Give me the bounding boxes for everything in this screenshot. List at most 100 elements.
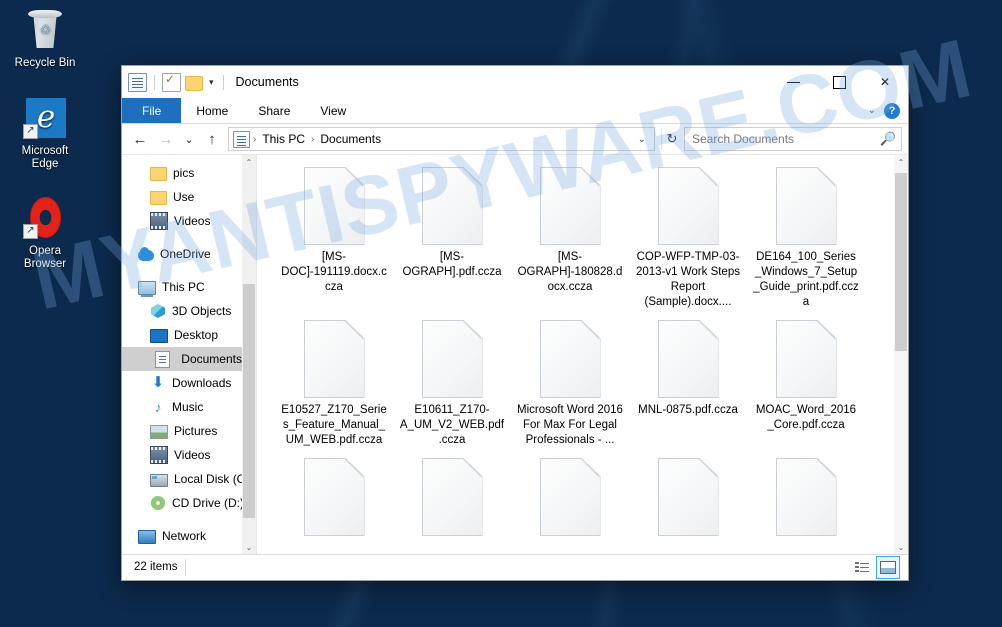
search-input[interactable] — [690, 131, 880, 147]
sidebar-item-desktop[interactable]: Desktop — [122, 323, 242, 347]
scroll-up-arrow-icon[interactable]: ⌃ — [242, 155, 256, 169]
desktop-icon-microsoft-edge[interactable]: e ↗ Microsoft Edge — [0, 96, 90, 171]
sidebar-item-cd-drive-d-cc[interactable]: CD Drive (D:) CC — [122, 491, 256, 515]
breadcrumb-item-this-pc[interactable]: This PC — [259, 132, 308, 146]
refresh-button[interactable]: ↻ — [661, 128, 682, 150]
customize-qat-chevron-icon[interactable]: ▾ — [207, 77, 216, 88]
desktop-icon-opera-browser[interactable]: ↗ Opera Browser — [0, 196, 90, 271]
breadcrumb-separator: › — [311, 133, 315, 145]
recent-locations-button[interactable]: ⌄ — [180, 127, 198, 151]
scrollbar-thumb[interactable] — [243, 284, 255, 518]
file-item[interactable]: [MS-DOC]-191119.docx.ccza — [275, 165, 393, 310]
encrypted-file-icon — [657, 458, 719, 536]
recycle-bin-icon: ♲ — [22, 8, 68, 54]
sidebar-item-label: This PC — [162, 280, 205, 294]
file-item[interactable]: MNL-0875.pdf.ccza — [629, 318, 747, 448]
scroll-down-arrow-icon[interactable]: ⌄ — [242, 540, 256, 554]
file-item[interactable]: MOAC_Word_2016_Core.pdf.ccza — [747, 318, 865, 448]
sidebar-item-label: Use — [173, 190, 195, 204]
close-button[interactable]: ✕ — [862, 66, 908, 98]
file-grid: [MS-DOC]-191119.docx.ccza [MS-OGRAPH].pdf… — [257, 155, 894, 554]
file-item[interactable]: DE164_100_Series_Windows_7_Setup_Guide_p… — [747, 165, 865, 310]
expand-ribbon-chevron-icon[interactable]: ⌄ — [868, 105, 876, 116]
sidebar-item-downloads[interactable]: ⬇ Downloads — [122, 371, 242, 395]
details-view-button[interactable] — [851, 557, 873, 578]
breadcrumb[interactable]: › This PC › Documents ⌄ — [228, 127, 655, 151]
network-icon — [138, 530, 156, 544]
page-fold-corner — [462, 321, 482, 340]
sidebar-item-use[interactable]: Use — [122, 185, 242, 209]
desktop-icon-recycle-bin[interactable]: ♲ Recycle Bin — [0, 8, 90, 70]
navigation-pane-scrollbar[interactable]: ⌃ ⌄ — [242, 155, 256, 554]
ribbon-tab-bar: File Home Share View ⌄ ? — [122, 98, 908, 124]
file-item[interactable] — [275, 456, 393, 541]
scroll-up-arrow-icon[interactable]: ⌃ — [894, 155, 908, 169]
page-fold-corner — [344, 459, 364, 478]
file-item[interactable] — [747, 456, 865, 541]
desktop-icon-label-line2: Edge — [31, 158, 59, 170]
desktop-icon-label-line1: Opera — [29, 245, 61, 257]
file-item[interactable]: E10527_Z170_Series_Feature_Manual_UM_WEB… — [275, 318, 393, 448]
desktop-icon-label-line1: Microsoft — [21, 145, 69, 157]
music-icon: ♪ — [154, 399, 162, 415]
sidebar-item-local-disk-c[interactable]: Local Disk (C:) — [122, 467, 253, 491]
file-item[interactable]: E10611_Z170-A_UM_V2_WEB.pdf.ccza — [393, 318, 511, 448]
sidebar-item-music[interactable]: ♪ Music — [122, 395, 242, 419]
file-item[interactable]: COP-WFP-TMP-03-2013-v1 Work Steps Report… — [629, 165, 747, 310]
scrollbar-thumb[interactable] — [895, 172, 907, 351]
sidebar-item-this-pc[interactable]: This PC — [122, 275, 242, 299]
help-icon[interactable]: ? — [884, 102, 900, 119]
page-fold-corner — [462, 168, 482, 187]
sidebar-item-pictures[interactable]: Pictures — [122, 419, 242, 443]
file-item[interactable] — [629, 456, 747, 541]
sidebar-item-3d-objects[interactable]: 3D Objects — [122, 299, 242, 323]
file-list-pane[interactable]: [MS-DOC]-191119.docx.ccza [MS-OGRAPH].pdf… — [256, 155, 908, 554]
sidebar-item-onedrive[interactable]: OneDrive — [122, 242, 242, 266]
nav-group-gap — [122, 266, 242, 275]
file-item[interactable]: Microsoft Word 2016 For Max For Legal Pr… — [511, 318, 629, 448]
minimize-button[interactable] — [770, 66, 816, 98]
tab-view[interactable]: View — [305, 98, 361, 123]
documents-icon — [155, 350, 171, 368]
properties-icon[interactable] — [162, 72, 181, 92]
file-item[interactable]: [MS-OGRAPH]-180828.docx.ccza — [511, 165, 629, 310]
sidebar-item-label: Downloads — [172, 376, 232, 390]
encrypted-file-icon — [303, 320, 365, 398]
onedrive-icon — [138, 247, 154, 261]
documents-properties-icon[interactable] — [128, 72, 147, 92]
breadcrumb-item-documents[interactable]: Documents — [317, 132, 384, 146]
large-icons-view-button[interactable] — [876, 556, 900, 579]
forward-button[interactable]: → — [154, 127, 178, 151]
encrypted-file-icon — [775, 320, 837, 398]
address-bar-row: ← → ⌄ ↑ › This PC › Documents ⌄ ↻ 🔍 — [122, 124, 908, 154]
file-item[interactable] — [511, 456, 629, 541]
sidebar-item-documents[interactable]: Documents — [122, 347, 242, 371]
file-list-scrollbar[interactable]: ⌃ ⌄ — [894, 155, 908, 554]
encrypted-file-icon — [775, 458, 837, 536]
tab-file[interactable]: File — [122, 98, 182, 123]
tab-share[interactable]: Share — [243, 98, 305, 123]
breadcrumb-dropdown-icon[interactable]: ⌄ — [634, 134, 650, 145]
page-fold-corner — [344, 321, 364, 340]
scroll-down-arrow-icon[interactable]: ⌄ — [894, 540, 908, 554]
file-item[interactable]: [MS-OGRAPH].pdf.ccza — [393, 165, 511, 310]
up-button[interactable]: ↑ — [200, 127, 224, 151]
edge-icon: e ↗ — [22, 96, 68, 142]
back-button[interactable]: ← — [128, 127, 152, 151]
page-fold-corner — [580, 168, 600, 187]
sidebar-item-label: Network — [162, 529, 207, 543]
scrollbar-track[interactable] — [242, 169, 256, 540]
tab-home[interactable]: Home — [181, 98, 243, 123]
search-box[interactable]: 🔍 — [684, 127, 902, 151]
sidebar-item-videos[interactable]: Videos — [122, 443, 242, 467]
maximize-button[interactable] — [816, 66, 862, 98]
scrollbar-track[interactable] — [894, 169, 908, 540]
sidebar-item-network[interactable]: Network — [122, 524, 242, 548]
opera-icon: ↗ — [22, 196, 68, 242]
search-icon[interactable]: 🔍 — [880, 131, 896, 147]
file-item[interactable] — [393, 456, 511, 541]
sidebar-item-videos[interactable]: Videos — [122, 209, 242, 233]
sidebar-item-pics[interactable]: pics — [122, 161, 242, 185]
new-folder-icon[interactable] — [185, 75, 203, 91]
folder-icon — [150, 191, 167, 205]
